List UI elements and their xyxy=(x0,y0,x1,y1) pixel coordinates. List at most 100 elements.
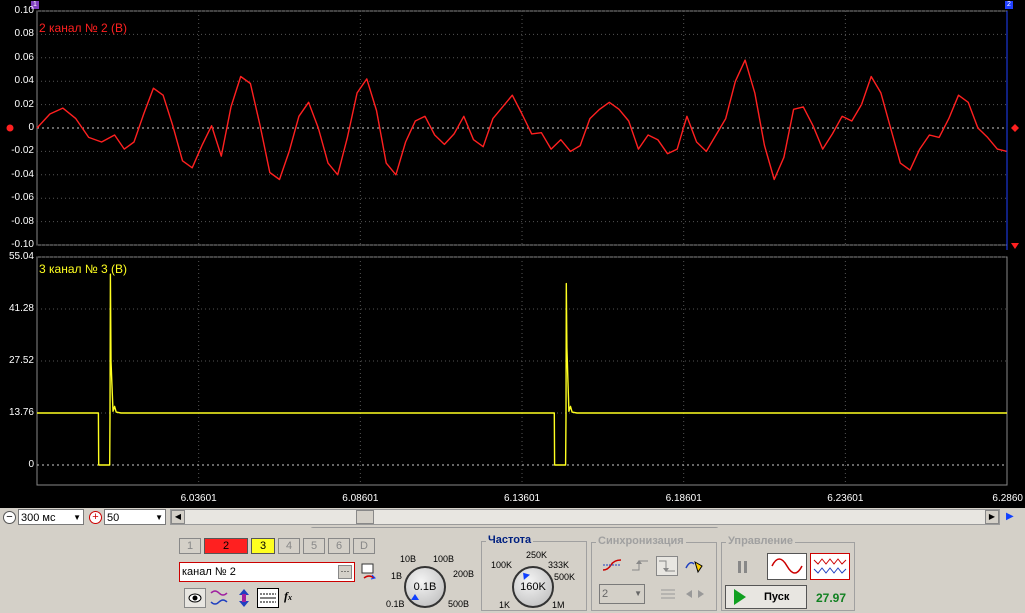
y-tick-label: 41.28 xyxy=(8,303,34,314)
bottom-panel-frame xyxy=(36,256,1008,486)
channel-button-5[interactable]: 5 xyxy=(303,538,325,554)
scroll-down-marker[interactable] xyxy=(1011,243,1019,249)
export-icon[interactable] xyxy=(360,562,378,582)
y-tick-label: 0.10 xyxy=(14,5,34,16)
control-title: Управление xyxy=(726,535,796,547)
grid-lines-icon[interactable] xyxy=(257,588,279,608)
trigger-edge-down-icon[interactable] xyxy=(656,556,678,576)
y-tick-label: 27.52 xyxy=(8,355,34,366)
sync-channel-value: 2 xyxy=(602,588,609,600)
counter-readout: 27.97 xyxy=(816,591,847,605)
sync-title: Синхронизация xyxy=(596,535,686,547)
x-tick-label: 6.03601 xyxy=(180,493,217,504)
volt-label-10v: 10В xyxy=(400,554,417,564)
y-tick-label: 0.04 xyxy=(14,75,34,87)
sine-mode-icon[interactable] xyxy=(767,553,807,580)
position-slider-thumb[interactable] xyxy=(356,510,374,524)
y-tick-label: -0.08 xyxy=(11,215,34,227)
function-icon[interactable]: fx xyxy=(284,589,304,607)
chevron-down-icon: ▼ xyxy=(634,589,642,598)
chevron-down-icon: ▼ xyxy=(73,513,81,522)
invert-signal-icon[interactable] xyxy=(209,588,231,608)
freq-label-1m: 1M xyxy=(552,600,565,610)
x-tick-label: 6.23601 xyxy=(827,493,864,504)
scroll-left-button[interactable]: ◀ xyxy=(171,510,185,524)
start-button-label: Пуск xyxy=(764,591,790,603)
freq-label-250k: 250K xyxy=(526,550,548,560)
y-tick-label: -0.10 xyxy=(11,239,34,250)
scale-select[interactable]: 50 ▼ xyxy=(104,509,166,525)
frequency-panel: Частота 250K 100K 333K 500K 1K 1M 160K xyxy=(481,534,587,611)
channel-button-3[interactable]: 3 xyxy=(251,538,275,554)
freq-label-500k: 500K xyxy=(554,572,576,582)
timebase-value: 300 мс xyxy=(21,512,56,524)
voltage-knob[interactable]: 0.1В xyxy=(404,566,446,608)
trigger-offset-icon[interactable] xyxy=(684,585,706,603)
visibility-eye-icon[interactable] xyxy=(184,588,206,608)
play-icon xyxy=(734,589,746,605)
vertical-offset-icon[interactable] xyxy=(233,588,255,608)
y-tick-label: 0.08 xyxy=(14,28,34,40)
multi-wave-mode-icon[interactable] xyxy=(810,553,850,580)
channel-name-value: канал № 2 xyxy=(182,566,236,578)
zoom-in-button[interactable]: + xyxy=(89,511,102,524)
channel-2-right-marker[interactable] xyxy=(1011,124,1019,132)
frequency-title: Частота xyxy=(486,534,534,546)
play-forward-icon[interactable]: ▶ xyxy=(1006,511,1014,522)
sync-channel-select[interactable]: 2 ▼ xyxy=(599,584,645,604)
channel-name-field[interactable]: канал № 2 ··· xyxy=(179,562,355,582)
pause-icon[interactable] xyxy=(730,555,756,579)
channel-panel: 123456D канал № 2 ··· fx xyxy=(172,534,386,612)
x-tick-label: 6.2860 xyxy=(992,493,1023,504)
channel-button-2[interactable]: 2 xyxy=(204,538,248,554)
sync-panel: Синхронизация 2 ▼ xyxy=(591,535,717,611)
scale-value: 50 xyxy=(107,512,120,524)
freq-label-333k: 333K xyxy=(548,560,570,570)
y-tick-label: 0 xyxy=(28,459,34,470)
horizontal-scrollbar[interactable]: ◀ ▶ xyxy=(170,509,1000,525)
y-tick-label: 55.04 xyxy=(8,251,34,262)
trigger-hand-icon[interactable] xyxy=(684,556,706,576)
frequency-knob-value: 160K xyxy=(520,581,546,593)
channel-2-label: 2 канал № 2 (В) xyxy=(39,21,128,35)
x-tick-label: 6.18601 xyxy=(665,493,702,504)
channel-button-4[interactable]: 4 xyxy=(278,538,300,554)
frequency-knob[interactable]: 160K xyxy=(512,566,554,608)
y-tick-label: 13.76 xyxy=(8,407,34,418)
volt-label-200v: 200В xyxy=(453,569,475,579)
zoom-out-button[interactable]: − xyxy=(3,511,16,524)
channel-button-1[interactable]: 1 xyxy=(179,538,201,554)
x-tick-label: 6.13601 xyxy=(503,493,541,504)
x-tick-label: 6.08601 xyxy=(342,493,379,504)
timebase-toolbar: − 300 мс ▼ + 50 ▼ ◀ ▶ ▶ xyxy=(0,508,1025,526)
trigger-level-icon[interactable] xyxy=(658,585,678,603)
channel-button-D[interactable]: D xyxy=(353,538,375,554)
cursor-marker-2[interactable]: 2 xyxy=(1005,1,1013,9)
y-tick-label: 0.02 xyxy=(14,98,34,110)
oscilloscope-display[interactable]: 2 канал № 2 (В) 3 канал № 3 (В) 1 2 6.03… xyxy=(0,0,1025,508)
y-tick-label: -0.04 xyxy=(11,168,34,180)
volt-label-100v: 100В xyxy=(433,554,455,564)
chevron-down-icon: ▼ xyxy=(155,513,163,522)
more-button[interactable]: ··· xyxy=(338,565,352,579)
y-tick-label: -0.02 xyxy=(11,145,34,157)
trigger-edge-up-icon[interactable] xyxy=(629,556,651,576)
y-tick-label: 0 xyxy=(28,122,34,133)
volt-label-500v: 500В xyxy=(448,599,470,609)
y-tick-label: 0.06 xyxy=(14,51,34,63)
timebase-select[interactable]: 300 мс ▼ xyxy=(18,509,84,525)
scroll-right-button[interactable]: ▶ xyxy=(985,510,999,524)
volt-label-01v: 0.1В xyxy=(386,599,405,609)
y-tick-label: -0.06 xyxy=(11,192,34,204)
knob-pointer-icon xyxy=(411,594,419,600)
volt-label-1v: 1В xyxy=(391,571,403,581)
freq-label-100k: 100K xyxy=(491,560,513,570)
start-button[interactable]: Пуск xyxy=(725,585,807,609)
channel-3-label: 3 канал № 3 (В) xyxy=(39,262,128,276)
trigger-rising-icon[interactable] xyxy=(601,556,623,576)
control-panel: Управление Пуск 27.97 xyxy=(721,535,855,611)
voltage-knob-value: 0.1В xyxy=(413,581,437,593)
channel-button-6[interactable]: 6 xyxy=(328,538,350,554)
scope-canvas[interactable] xyxy=(0,0,1025,508)
freq-label-1k: 1K xyxy=(499,600,511,610)
